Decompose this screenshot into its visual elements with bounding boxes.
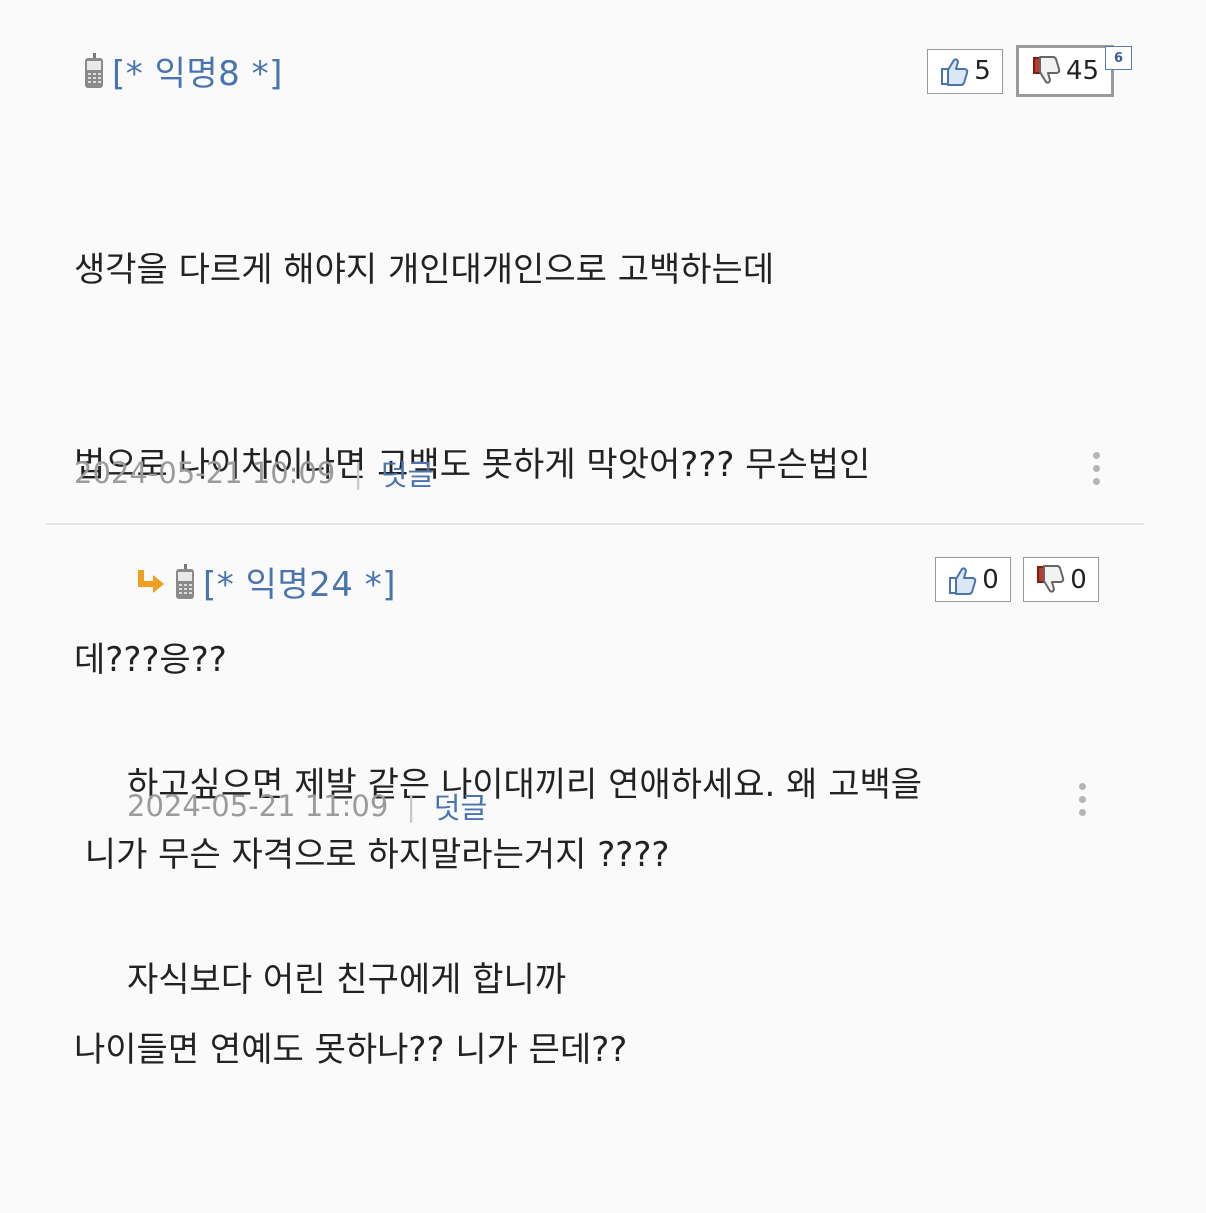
dislike-button[interactable]: 0 [1023,557,1099,602]
comment-header: [* 익명8 *] [84,46,283,95]
like-count: 0 [982,564,999,595]
meta-separator: | [406,789,416,823]
dislike-count: 45 [1065,56,1100,86]
comment-meta: 2024-05-21 11:09 | 덧글 [127,785,487,827]
author-name[interactable]: [* 익명8 *] [112,46,283,95]
reply-arrow-icon [138,569,164,593]
thumbs-down-icon [1037,564,1065,593]
dislike-count: 0 [1070,564,1087,595]
comment-line: 자식보다 어린 친구에게 합니까 [127,960,567,1000]
meta-separator: | [353,456,363,490]
reply-link[interactable]: 덧글 [381,452,434,494]
reply-comment: [* 익명24 *] 0 0 하고싶으면 제발 같은 나이대끼리 연애하세요. … [0,525,1206,1000]
dislike-badge: 6 [1105,46,1132,70]
vote-buttons: 0 0 [935,557,1099,602]
comment-line: 생각을 다르게 해야지 개인대개인으로 고백하는데 [74,250,775,290]
dislike-button[interactable]: 45 [1016,45,1114,97]
timestamp: 2024-05-21 11:09 [127,789,389,823]
comment-header: [* 익명24 *] [137,557,396,606]
like-button[interactable]: 5 [927,48,1003,94]
comment-body: 하고싶으면 제발 같은 나이대끼리 연애하세요. 왜 고백을 자식보다 어린 친… [127,623,922,1143]
like-count: 5 [974,56,991,86]
mobile-phone-icon [175,563,195,600]
timestamp: 2024-05-21 10:09 [74,456,336,490]
reply-link[interactable]: 덧글 [434,785,487,827]
like-button[interactable]: 0 [935,557,1011,602]
more-vertical-icon[interactable] [1090,452,1102,492]
thumbs-down-icon [1032,56,1061,84]
comment-meta: 2024-05-21 10:09 | 덧글 [74,452,434,494]
thumbs-up-icon [941,58,969,86]
comment: [* 익명8 *] 5 45 6 생각을 다르게 해야지 개인대개인으로 고백하… [0,0,1206,1070]
more-vertical-icon[interactable] [1076,783,1088,823]
thumbs-up-icon [949,566,977,595]
vote-buttons: 5 45 [927,45,1114,97]
mobile-phone-icon [84,52,104,89]
author-name[interactable]: [* 익명24 *] [203,557,396,606]
